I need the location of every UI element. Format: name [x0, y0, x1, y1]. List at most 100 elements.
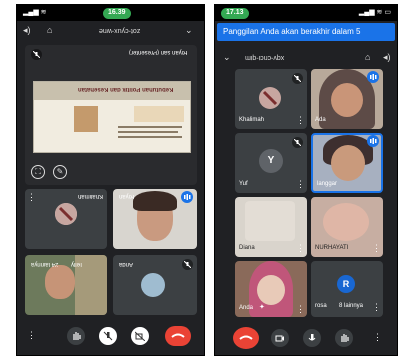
others-count-label: 24 lainnya	[31, 261, 59, 267]
mic-icon	[308, 334, 316, 341]
more-options-icon[interactable]	[296, 244, 305, 253]
camera-off-icon	[135, 331, 145, 341]
participant-name: Khalimah	[77, 193, 103, 199]
call-controls	[17, 323, 204, 349]
slide-thumbnail: Kebutuhan Politik dan Kesehatan	[33, 81, 191, 153]
status-bar: 17.13 ▂▄▆ ≋ ▭	[215, 5, 397, 21]
meeting-code: xqv-cnci-qim	[245, 54, 285, 61]
left-phone-screen: ▂▄▆ ≋ 16.39 ◂) ⌂ zot-cyux-wne ⌄ Riyan sa…	[16, 4, 205, 356]
raise-hand-button[interactable]	[67, 327, 85, 345]
phone-hangup-icon	[239, 335, 253, 340]
meeting-code: zot-cyux-wne	[99, 27, 141, 34]
more-options-icon[interactable]	[373, 333, 382, 342]
participant-tile[interactable]: Telly 24 lainnya	[25, 255, 107, 315]
participant-tile[interactable]: Khalimah	[235, 69, 307, 129]
participant-name: Ada	[315, 117, 326, 123]
mic-off-icon	[292, 137, 303, 148]
participant-tile[interactable]: Y Yuf	[235, 133, 307, 193]
unpin-icon[interactable]: ✎	[53, 165, 67, 179]
participant-tile[interactable]: langgar	[311, 133, 383, 193]
avatar	[259, 87, 281, 109]
chevron-down-icon[interactable]: ⌄	[185, 25, 193, 36]
participant-video	[45, 265, 75, 299]
more-options-icon[interactable]	[296, 180, 305, 189]
presenter-label: Riyan sari (Presenter)	[128, 49, 187, 55]
avatar	[141, 273, 165, 297]
camera-toggle-button[interactable]	[131, 327, 149, 345]
more-options-icon[interactable]	[27, 193, 36, 202]
participant-video	[245, 201, 295, 241]
more-options-icon[interactable]	[296, 116, 305, 125]
raise-hand-button[interactable]	[335, 329, 353, 347]
camera-switch-icon[interactable]: ⌂	[47, 25, 52, 35]
participant-name: Riyan	[119, 193, 135, 199]
participant-tile[interactable]: Riyan	[113, 189, 197, 249]
status-bar: ▂▄▆ ≋ 16.39	[17, 5, 204, 21]
camera-toggle-button[interactable]	[271, 329, 289, 347]
avatar: Y	[259, 149, 283, 173]
others-tile[interactable]: R rosa 8 lainnya	[311, 261, 383, 317]
slide-text-line	[118, 136, 182, 138]
participant-name: Anda	[239, 305, 254, 311]
participant-video	[257, 275, 285, 305]
more-options-icon[interactable]	[372, 303, 381, 312]
participant-name: langgar	[317, 181, 338, 187]
participant-tile[interactable]: Ada	[311, 69, 383, 129]
end-call-button[interactable]	[233, 327, 259, 349]
more-options-icon[interactable]	[27, 331, 36, 340]
chevron-down-icon[interactable]: ⌄	[223, 52, 231, 63]
volume-icon[interactable]: ◂)	[23, 25, 31, 36]
mic-off-icon	[292, 73, 303, 84]
right-phone-screen: 17.13 ▂▄▆ ≋ ▭ Panggilan Anda akan berakh…	[214, 4, 398, 356]
participant-name: Yuf	[239, 181, 248, 187]
participant-name: rosa	[315, 303, 327, 309]
mic-toggle-button[interactable]	[99, 327, 117, 345]
more-options-icon[interactable]	[372, 244, 381, 253]
volume-icon[interactable]: ◂)	[383, 52, 391, 63]
participant-video	[323, 203, 369, 241]
hand-icon	[73, 332, 81, 340]
participant-name: Khalimah	[239, 117, 265, 123]
hand-icon	[341, 334, 349, 342]
avatar: R	[337, 275, 355, 293]
speaking-indicator-icon	[181, 191, 193, 203]
pin-icon[interactable]: ⛶	[31, 165, 45, 179]
meeting-bar: ◂) ⌂ zot-cyux-wne ⌄	[17, 22, 204, 40]
mic-toggle-button[interactable]	[303, 329, 321, 347]
others-count-label: 8 lainnya	[339, 303, 364, 309]
status-time: 16.39	[103, 8, 131, 19]
wifi-icon: ▂▄▆ ≋	[23, 9, 47, 16]
camera-switch-icon[interactable]: ⌂	[365, 52, 370, 62]
speaking-indicator-icon	[367, 71, 379, 83]
participant-tile[interactable]: Diana	[235, 197, 307, 257]
phone-hangup-icon	[171, 333, 185, 338]
slide-text-line	[118, 131, 178, 133]
avatar	[55, 203, 77, 225]
participant-name: Anda	[119, 261, 134, 267]
meeting-bar: ⌄ xqv-cnci-qim ⌂ ◂)	[215, 49, 397, 67]
participant-name: Telly	[71, 261, 84, 267]
effects-icon[interactable]: ✦	[259, 303, 265, 311]
presentation-tile[interactable]: Riyan sari (Presenter) Kebutuhan Politik…	[25, 45, 197, 185]
mic-off-icon	[103, 331, 113, 341]
mic-off-icon	[31, 49, 42, 60]
status-time: 17.13	[221, 8, 249, 19]
participant-name: NURHAYATI	[315, 245, 349, 251]
participant-tile[interactable]: NURHAYATI	[311, 197, 383, 257]
video-icon	[275, 335, 284, 342]
participant-tile[interactable]: Khalimah	[25, 189, 107, 249]
signal-wifi-battery-icon: ▂▄▆ ≋ ▭	[358, 9, 391, 16]
slide-text-line	[118, 126, 182, 128]
end-call-button[interactable]	[165, 326, 191, 346]
participant-tile[interactable]: Anda	[113, 255, 197, 315]
more-options-icon[interactable]	[296, 305, 305, 314]
participant-name: Diana	[239, 245, 255, 251]
slide-text-block	[134, 106, 184, 122]
call-ending-toast: Panggilan Anda akan berakhir dalam 5	[217, 23, 395, 41]
self-view-tile[interactable]: Anda ✦	[235, 261, 307, 317]
participant-video-hair	[133, 191, 177, 211]
participant-video	[331, 83, 363, 117]
slide-title: Kebutuhan Politik dan Kesehatan	[78, 86, 174, 92]
call-controls	[215, 325, 397, 353]
speaking-indicator-icon	[367, 135, 379, 147]
